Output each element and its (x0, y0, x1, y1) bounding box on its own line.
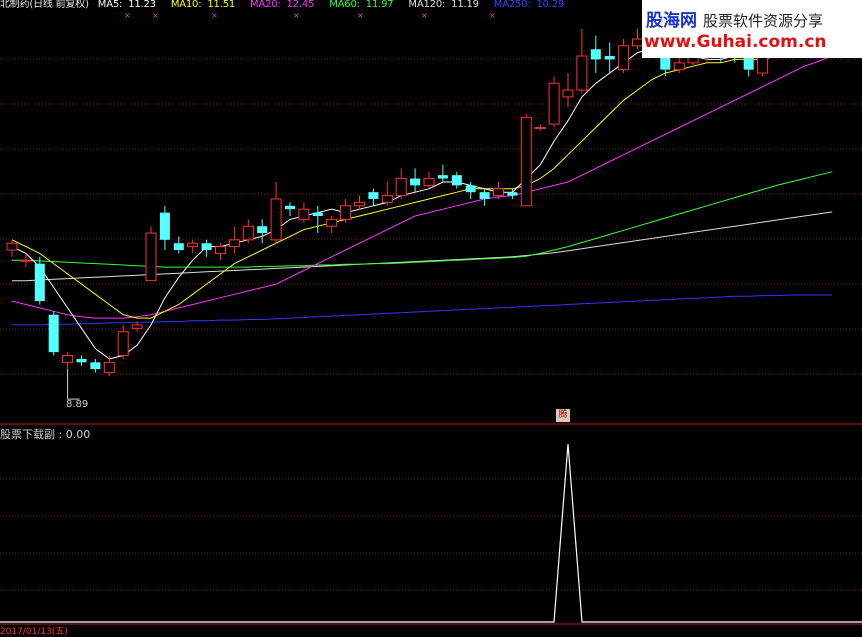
legend-marker: × (124, 11, 131, 20)
candle-down (90, 362, 101, 370)
candle-up (673, 62, 685, 71)
candle-down (201, 243, 212, 251)
candle-up (326, 218, 338, 227)
candle-up (145, 232, 157, 282)
candle-up (62, 355, 74, 363)
candle-up (340, 205, 352, 220)
candle-up (354, 201, 365, 207)
candle-up (117, 331, 129, 357)
legend-marker: × (293, 11, 300, 20)
ma10-line (11, 41, 833, 319)
kline-chart[interactable] (0, 0, 862, 632)
ma120-line (12, 211, 833, 282)
legend-ma60: MA60: 11.97 (329, 0, 394, 10)
candle-up (20, 259, 32, 262)
ma250-line (12, 294, 833, 326)
candle-down (604, 56, 615, 60)
candle-up (6, 242, 18, 251)
legend-marker: × (211, 11, 218, 20)
candle-down (368, 192, 379, 199)
signal-line (0, 443, 862, 623)
candle-up (576, 55, 588, 91)
ma5-line (11, 31, 833, 360)
candle-up (187, 242, 199, 248)
legend-ma20: MA20: 12.45 (250, 0, 315, 10)
ma60-line (12, 171, 833, 268)
candle-down (76, 358, 87, 363)
candle-up (395, 178, 407, 197)
ma20-line (11, 55, 833, 319)
candle-down (590, 49, 601, 60)
candle-up (520, 116, 532, 207)
candle-up (215, 246, 226, 254)
legend-ma10: MA10: 11.51 (170, 0, 236, 10)
candle-down (451, 175, 462, 186)
candle-down (312, 212, 323, 216)
candle-up (618, 45, 630, 71)
candle-down (34, 263, 45, 302)
candle-up (632, 38, 643, 47)
low-price-label: 8.89 (66, 399, 89, 410)
candle-down (159, 212, 170, 240)
candle-down (257, 226, 268, 234)
legend-marker: × (489, 11, 496, 20)
watermark-logo: 股海网 股票软件资源分享 www.Guhai.com.cn (642, 0, 862, 58)
candle-up (103, 361, 115, 374)
legend-ma120: MA120: 11.19 (408, 0, 479, 10)
candle-up (228, 239, 240, 248)
candle-down (465, 185, 476, 193)
candle-down (507, 192, 518, 196)
sub-indicator-title: 股票下载副 : 0.00 (0, 428, 91, 441)
candle-up (548, 82, 560, 125)
legend-marker: × (357, 11, 364, 20)
candle-up (493, 188, 504, 197)
candle-up (562, 89, 574, 98)
candle-down (48, 314, 59, 353)
legend-ma250: MA250: 10.29 (493, 0, 565, 10)
candle-up (270, 198, 282, 241)
candle-down (410, 178, 421, 186)
date-readout: 2017/01/13(五) (0, 627, 68, 637)
legend-marker: × (421, 11, 428, 20)
legend-ma5: MA5: 11.23 (97, 0, 156, 10)
candle-down (479, 192, 490, 199)
candle-up (534, 127, 546, 130)
candle-down (173, 243, 184, 251)
candle-up (131, 324, 143, 329)
candle-up (381, 195, 393, 203)
candle-up (298, 208, 310, 220)
watermark-brand: 股海网 (646, 11, 697, 31)
watermark-slogan: 股票软件资源分享 (703, 12, 824, 30)
candle-up (242, 225, 254, 241)
legend-title: 北制药(日线 前复权) (0, 0, 89, 10)
legend-marker: × (152, 11, 159, 20)
candle-up (423, 178, 435, 186)
candle-down (743, 56, 754, 70)
candle-down (285, 205, 295, 210)
watermark-url: www.Guhai.com.cn (644, 32, 827, 52)
candle-down (437, 175, 448, 179)
signal-badge: 腾 (556, 409, 570, 422)
